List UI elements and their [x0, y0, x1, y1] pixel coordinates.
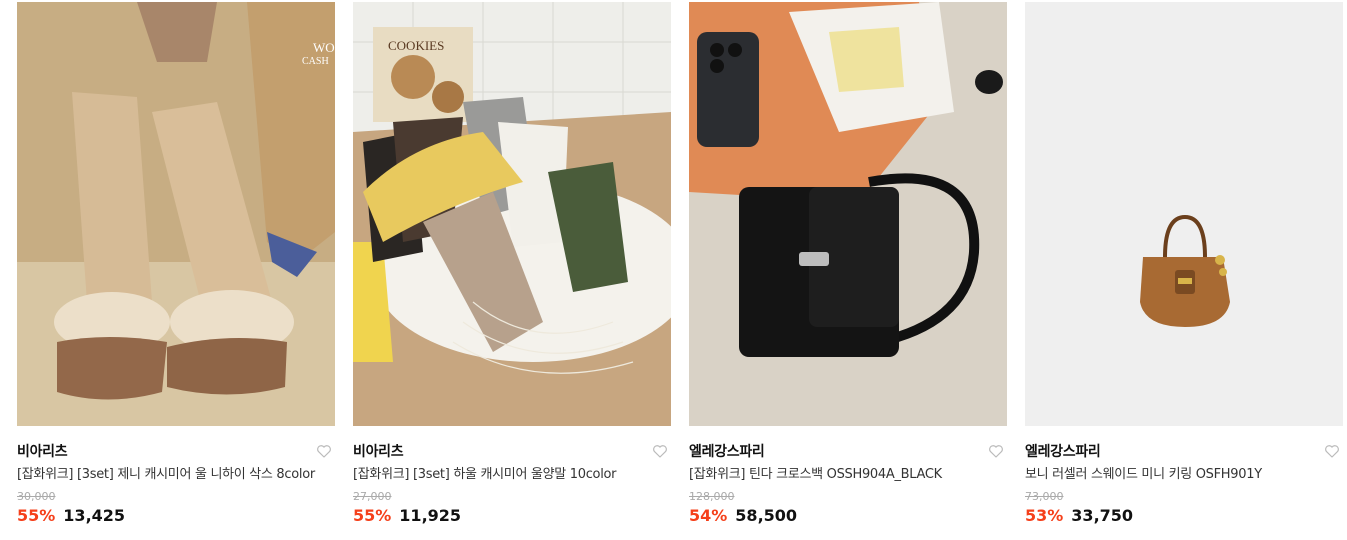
product-card[interactable]: COOKIES 비아리츠 [잡화위크] [3set] 하울 캐시미어 울양말 1… — [353, 2, 671, 528]
product-name[interactable]: 보니 러셀러 스웨이드 미니 키링 OSFH901Y — [1025, 466, 1343, 484]
product-image[interactable]: WO CASH — [17, 2, 335, 426]
product-image[interactable] — [689, 2, 1007, 426]
original-price: 128,000 — [689, 490, 735, 503]
product-image[interactable]: COOKIES — [353, 2, 671, 426]
product-name[interactable]: [잡화위크] [3set] 제니 캐시미어 울 니하이 삭스 8color — [17, 466, 335, 484]
heart-outline-icon[interactable] — [651, 442, 669, 460]
original-price: 27,000 — [353, 490, 392, 503]
svg-text:WO: WO — [313, 40, 335, 55]
svg-text:COOKIES: COOKIES — [388, 38, 444, 53]
product-image[interactable] — [1025, 2, 1343, 426]
brand-name[interactable]: 엘레강스파리 — [1025, 441, 1101, 461]
heart-outline-icon[interactable] — [1323, 442, 1341, 460]
sale-price: 58,500 — [735, 506, 798, 525]
product-card[interactable]: WO CASH 비아리츠 [잡화위크] [3set] 제니 캐시미어 울 니하이… — [17, 2, 335, 528]
svg-text:CASH: CASH — [302, 56, 329, 67]
brand-name[interactable]: 비아리츠 — [17, 441, 68, 461]
product-grid: WO CASH 비아리츠 [잡화위크] [3set] 제니 캐시미어 울 니하이… — [17, 2, 1343, 528]
heart-outline-icon[interactable] — [315, 442, 333, 460]
brand-name[interactable]: 엘레강스파리 — [689, 441, 765, 461]
sale-price: 11,925 — [399, 506, 462, 525]
discount-rate: 54% — [689, 506, 728, 525]
discount-rate: 53% — [1025, 506, 1064, 525]
discount-rate: 55% — [17, 506, 56, 525]
heart-outline-icon[interactable] — [987, 442, 1005, 460]
discount-rate: 55% — [353, 506, 392, 525]
original-price: 73,000 — [1025, 490, 1064, 503]
original-price: 30,000 — [17, 490, 56, 503]
product-card[interactable]: 엘레강스파리 [잡화위크] 틴다 크로스백 OSSH904A_BLACK 128… — [689, 2, 1007, 528]
brand-name[interactable]: 비아리츠 — [353, 441, 404, 461]
sale-price: 13,425 — [63, 506, 126, 525]
sale-price: 33,750 — [1071, 506, 1134, 525]
product-card[interactable]: 엘레강스파리 보니 러셀러 스웨이드 미니 키링 OSFH901Y 73,000… — [1025, 2, 1343, 528]
product-name[interactable]: [잡화위크] [3set] 하울 캐시미어 울양말 10color — [353, 466, 671, 484]
product-name[interactable]: [잡화위크] 틴다 크로스백 OSSH904A_BLACK — [689, 466, 1007, 484]
